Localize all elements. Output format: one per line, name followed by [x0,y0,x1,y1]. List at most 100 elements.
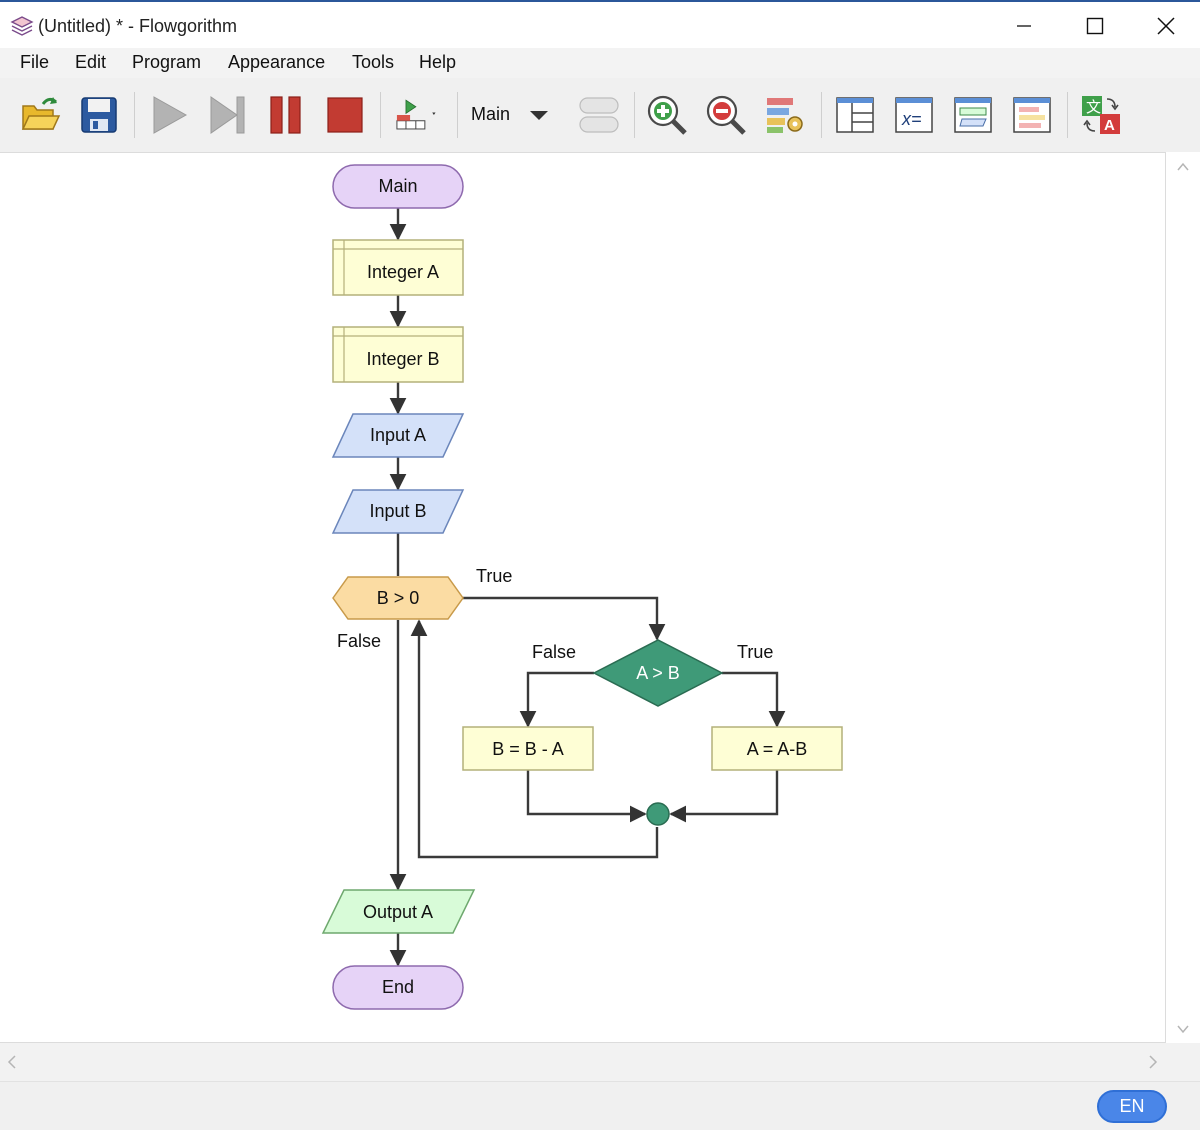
chevron-down-icon[interactable] [528,108,550,122]
console-button[interactable] [950,92,996,138]
declare-b-label: Integer B [366,349,439,369]
vertical-scrollbar[interactable] [1166,152,1200,1043]
status-bar: EN [0,1081,1200,1130]
toolbar-separator [134,92,135,138]
function-select[interactable]: Main [471,104,510,125]
run-speed-button[interactable] [392,92,438,138]
loop-condition-label: B > 0 [377,588,420,608]
toggle-view-button[interactable] [576,92,622,138]
menu-tools[interactable]: Tools [352,52,394,73]
declare-a-label: Integer A [367,262,439,282]
minimize-icon [1017,25,1031,27]
stop-button[interactable] [322,92,368,138]
output-label: Output A [363,902,433,922]
variable-watch-button[interactable]: x= [891,92,937,138]
flowgorithm-logo-icon [10,16,34,36]
source-code-button[interactable] [1009,92,1055,138]
variable-watch-icon: x= [895,97,933,133]
open-icon [21,97,61,130]
chevron-right-icon[interactable] [1149,1055,1158,1069]
loop-false-label: False [337,631,381,651]
layout-windows-icon [836,97,874,133]
zoom-out-button[interactable] [703,92,749,138]
title-bar: (Untitled) * - Flowgorithm [0,4,1200,48]
stop-icon [327,97,363,133]
menu-edit[interactable]: Edit [75,52,106,73]
declare-block-a[interactable]: Integer A [332,239,464,296]
pause-button[interactable] [263,92,309,138]
menu-appearance[interactable]: Appearance [228,52,325,73]
run-button[interactable] [145,92,191,138]
save-button[interactable] [76,92,122,138]
assign-true-label: A = A-B [747,739,808,759]
declare-block-b[interactable]: Integer B [332,326,464,383]
chevron-down-icon[interactable] [1177,1025,1189,1034]
layout-settings-icon [767,98,803,133]
app-window: (Untitled) * - Flowgorithm File Edit Pro… [0,0,1200,1130]
input-block-a[interactable]: Input A [331,413,465,458]
while-loop-block[interactable]: B > 0 [332,576,464,620]
chevron-up-icon[interactable] [1177,162,1189,171]
translate-icon: 文 A [1082,96,1120,134]
toolbar-separator [1067,92,1068,138]
flowchart-diagram: Main Integer A Integer B Input A Input B… [321,164,843,1010]
svg-text:x=: x= [901,109,922,129]
layout-settings-button[interactable] [762,92,808,138]
if-false-label: False [532,642,576,662]
zoom-in-icon [647,95,687,135]
close-button[interactable] [1138,4,1194,48]
input-block-b[interactable]: Input B [331,489,465,534]
input-b-label: Input B [369,501,426,521]
flowchart-canvas[interactable]: Main Integer A Integer B Input A Input B… [0,152,1166,1043]
pause-icon [270,96,301,134]
toggle-view-icon [579,97,619,133]
layout-windows-button[interactable] [832,92,878,138]
scrollbar-corner [1166,1043,1200,1081]
svg-text:A: A [1104,117,1115,134]
run-speed-icon [396,99,436,130]
minimize-button[interactable] [996,4,1052,48]
toolbar-separator [380,92,381,138]
scroll-arrows-horizontal [7,1055,1158,1069]
step-button[interactable] [204,92,250,138]
end-terminal[interactable]: End [332,965,464,1010]
end-label: End [382,977,414,997]
toolbar: Main x= 文 A [0,78,1200,152]
language-badge[interactable]: EN [1097,1090,1167,1123]
maximize-icon [1086,17,1104,35]
svg-text:文: 文 [1086,99,1101,116]
menu-help[interactable]: Help [419,52,456,73]
console-icon [954,97,992,133]
scroll-arrows [1177,162,1189,1034]
assign-block-true[interactable]: A = A-B [711,726,843,771]
toolbar-separator [821,92,822,138]
start-label: Main [378,176,417,196]
if-decision-block[interactable]: A > B [592,639,724,707]
start-terminal[interactable]: Main [332,164,464,209]
translate-button[interactable]: 文 A [1078,92,1124,138]
close-icon [1157,17,1175,35]
menu-bar: File Edit Program Appearance Tools Help [0,48,1200,78]
toolbar-separator [457,92,458,138]
menu-file[interactable]: File [20,52,49,73]
if-true-label: True [737,642,773,662]
menu-program[interactable]: Program [132,52,201,73]
open-button[interactable] [17,92,63,138]
horizontal-scrollbar[interactable] [0,1043,1166,1081]
save-icon [81,97,117,133]
window-title: (Untitled) * - Flowgorithm [38,16,238,36]
assign-block-false[interactable]: B = B - A [462,726,594,771]
input-a-label: Input A [370,425,426,445]
run-icon [153,96,188,134]
step-icon [210,96,245,134]
chevron-left-icon[interactable] [7,1055,16,1069]
maximize-button[interactable] [1067,4,1123,48]
zoom-out-icon [706,95,746,135]
zoom-in-button[interactable] [644,92,690,138]
merge-point [646,802,670,826]
if-condition-label: A > B [636,663,680,683]
output-block[interactable]: Output A [321,889,476,934]
assign-false-label: B = B - A [492,739,564,759]
source-code-icon [1013,97,1051,133]
toolbar-separator [634,92,635,138]
